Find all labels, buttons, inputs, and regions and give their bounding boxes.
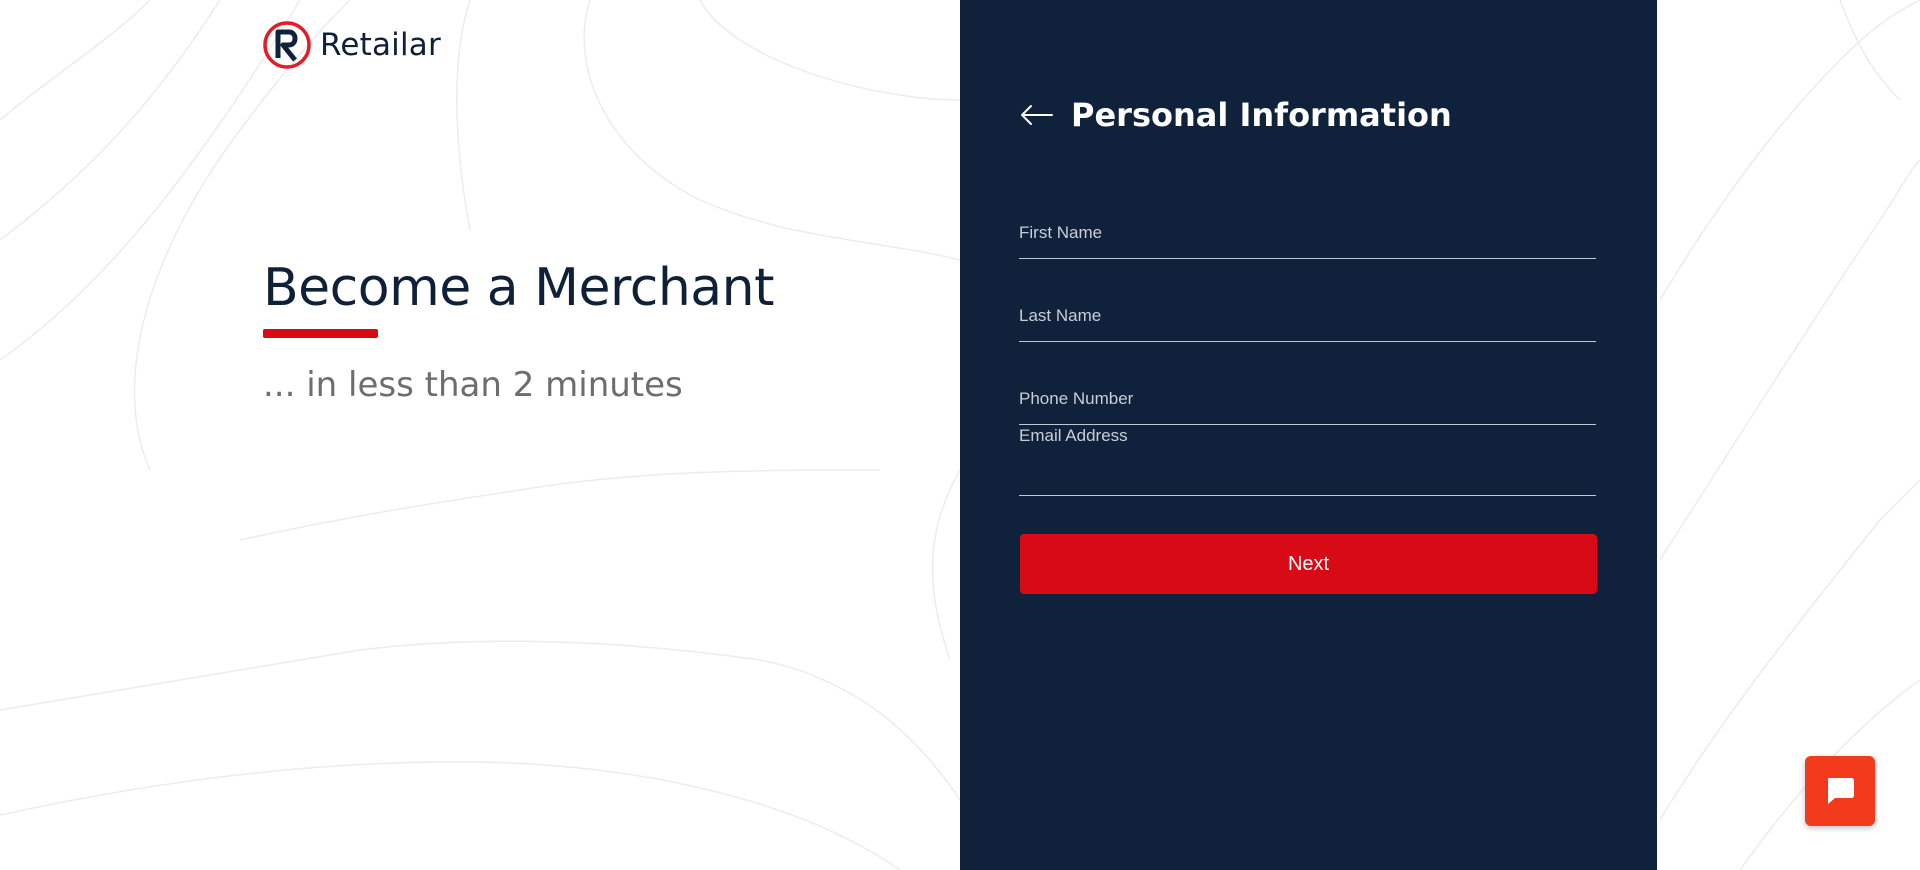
panel-header: Personal Information xyxy=(1019,96,1452,134)
chat-bubble-icon xyxy=(1828,778,1854,804)
hero-underline-accent xyxy=(263,329,378,338)
last-name-field: Last Name xyxy=(1019,306,1596,342)
arrow-left-icon[interactable] xyxy=(1019,103,1053,127)
email-address-field: Email Address xyxy=(1019,426,1596,496)
next-button[interactable]: Next xyxy=(1020,534,1597,594)
retailar-logo-icon xyxy=(263,21,311,69)
phone-number-field: Phone Number xyxy=(1019,389,1596,425)
phone-number-input[interactable] xyxy=(1019,412,1596,425)
first-name-input[interactable] xyxy=(1019,246,1596,259)
brand-logo[interactable]: Retailar xyxy=(262,20,441,70)
first-name-field: First Name xyxy=(1019,223,1596,259)
hero-title: Become a Merchant xyxy=(263,258,775,318)
last-name-label: Last Name xyxy=(1019,306,1102,325)
page: Retailar Become a Merchant ... in less t… xyxy=(0,0,1920,870)
chat-widget-button[interactable] xyxy=(1805,756,1875,826)
email-address-label: Email Address xyxy=(1019,426,1128,445)
email-address-input[interactable] xyxy=(1019,446,1596,496)
form-title: Personal Information xyxy=(1071,96,1452,134)
last-name-input[interactable] xyxy=(1019,329,1596,342)
first-name-label: First Name xyxy=(1019,223,1103,242)
signup-panel: Personal Information First Name Last Nam… xyxy=(960,0,1657,870)
phone-number-label: Phone Number xyxy=(1019,389,1134,408)
hero-subtitle: ... in less than 2 minutes xyxy=(263,365,683,405)
brand-name: Retailar xyxy=(320,27,441,63)
